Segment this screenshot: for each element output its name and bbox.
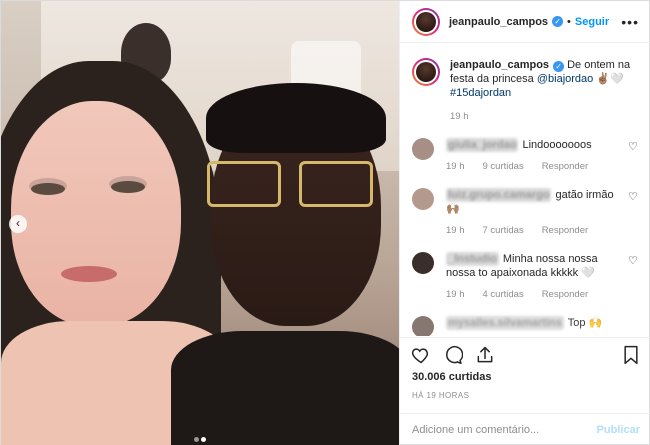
post-timestamp[interactable]: HÁ 19 HORAS [412, 391, 469, 400]
follow-button[interactable]: Seguir [575, 16, 609, 28]
reply-button[interactable]: Responder [542, 225, 588, 236]
comment-item: luiz.grupo.camargo gatão irmão 🙌🏽 19 h7 c… [412, 188, 640, 238]
author-avatar[interactable] [412, 8, 440, 36]
more-options-icon[interactable]: ••• [621, 14, 639, 30]
reply-button[interactable]: Responder [542, 289, 588, 300]
photo-girl-eye [111, 181, 145, 193]
comment-bubble-icon[interactable] [442, 344, 464, 366]
comment-username[interactable]: _lnstudio [446, 252, 499, 266]
avatar-image [416, 62, 436, 82]
comment-input[interactable] [412, 424, 597, 436]
comment-time[interactable]: 19 h [446, 161, 465, 172]
comment-time[interactable]: 19 h [446, 225, 465, 236]
post-header: jeanpaulo_campos ✓ • Seguir ••• [400, 1, 650, 43]
caption-username[interactable]: jeanpaulo_campos [450, 59, 549, 71]
photo-guy-glasses [205, 161, 377, 209]
post-side-panel: jeanpaulo_campos ✓ • Seguir ••• jeanpaul… [399, 1, 650, 445]
comment-meta: 19 h 9 curtidas Responder [446, 160, 626, 174]
header-separator: • [567, 15, 571, 28]
caption-mention[interactable]: @biajordao [537, 73, 593, 85]
caption-hashtag[interactable]: #15dajordan [450, 87, 511, 99]
comment-item: giulia_jordao Lindooooooos 19 h 9 curtidas… [412, 138, 640, 174]
add-comment-bar: Publicar [400, 413, 650, 445]
caption-meta: 19 h [450, 110, 640, 124]
glasses-lens [207, 161, 281, 207]
verified-badge-icon: ✓ [553, 61, 565, 72]
comment-avatar[interactable] [412, 188, 434, 210]
carousel-prev-button[interactable]: ‹ [9, 215, 27, 233]
comment-text: Top 🙌 [567, 317, 603, 329]
comment-avatar[interactable] [412, 138, 434, 160]
caption-text: jeanpaulo_campos ✓ De ontem na festa da p… [450, 58, 640, 124]
comment-username[interactable]: mysalles.silvamartins [446, 316, 564, 330]
photo-girl-face [11, 101, 181, 326]
like-comment-heart-icon[interactable]: ♡ [628, 191, 640, 203]
caption-avatar[interactable] [412, 58, 440, 86]
comment-item: _lnstudio Minha nossa nossa nossa to apai… [412, 252, 640, 302]
comment-body: giulia_jordao Lindooooooos 19 h 9 curtidas… [446, 138, 626, 174]
comment-username[interactable]: giulia_jordao [446, 138, 519, 152]
photo-guy-shirt [171, 331, 399, 445]
post-caption: jeanpaulo_campos ✓ De ontem na festa da p… [412, 58, 640, 124]
carousel-dot[interactable] [194, 437, 199, 442]
comments-section[interactable]: jeanpaulo_campos ✓ De ontem na festa da p… [400, 44, 650, 336]
publish-button[interactable]: Publicar [597, 424, 640, 436]
reply-button[interactable]: Responder [542, 161, 588, 172]
like-comment-heart-icon[interactable]: ♡ [628, 141, 640, 153]
avatar-image [416, 11, 436, 32]
comment-body: _lnstudio Minha nossa nossa nossa to apai… [446, 252, 626, 302]
comment-likes[interactable]: 9 curtidas [483, 161, 524, 172]
comment-username[interactable]: luiz.grupo.camargo [446, 188, 552, 202]
photo-girl-eye [31, 183, 65, 195]
comment-body: luiz.grupo.camargo gatão irmão 🙌🏽 19 h7 c… [446, 188, 626, 238]
comment-text: Lindooooooos [522, 139, 592, 151]
comment-meta: 19 h 7 curtidas Responder [446, 224, 626, 238]
post-actions [400, 337, 650, 371]
carousel-dots [1, 433, 399, 445]
post-photo[interactable]: ‹ [1, 1, 399, 445]
glasses-lens [299, 161, 373, 207]
comment-item: mysalles.silvamartins Top 🙌 [412, 316, 640, 336]
photo-girl-lips [61, 266, 117, 282]
share-upload-icon[interactable] [474, 344, 496, 366]
comment-avatar[interactable] [412, 252, 434, 274]
caption-emoji: ✌🏽🤍 [593, 73, 624, 85]
caption-time[interactable]: 19 h [450, 111, 469, 122]
comment-body: mysalles.silvamartins Top 🙌 [446, 316, 626, 336]
comment-likes[interactable]: 4 curtidas [483, 289, 524, 300]
photo-guy-hair [206, 83, 386, 153]
verified-badge-icon: ✓ [552, 16, 564, 27]
likes-count[interactable]: 30.006 curtidas [412, 371, 492, 383]
like-comment-heart-icon[interactable]: ♡ [628, 255, 640, 267]
carousel-dot-active[interactable] [201, 437, 206, 442]
comment-time[interactable]: 19 h [446, 289, 465, 300]
comment-likes[interactable]: 7 curtidas [483, 225, 524, 236]
author-username[interactable]: jeanpaulo_campos [449, 16, 548, 28]
comment-meta: 19 h 4 curtidas Responder [446, 288, 626, 302]
like-heart-icon[interactable] [410, 344, 432, 366]
comment-avatar[interactable] [412, 316, 434, 336]
instagram-post: ‹ jeanpaulo_campos ✓ • Seguir ••• jeanpa… [0, 0, 650, 445]
bookmark-icon[interactable] [620, 344, 642, 366]
